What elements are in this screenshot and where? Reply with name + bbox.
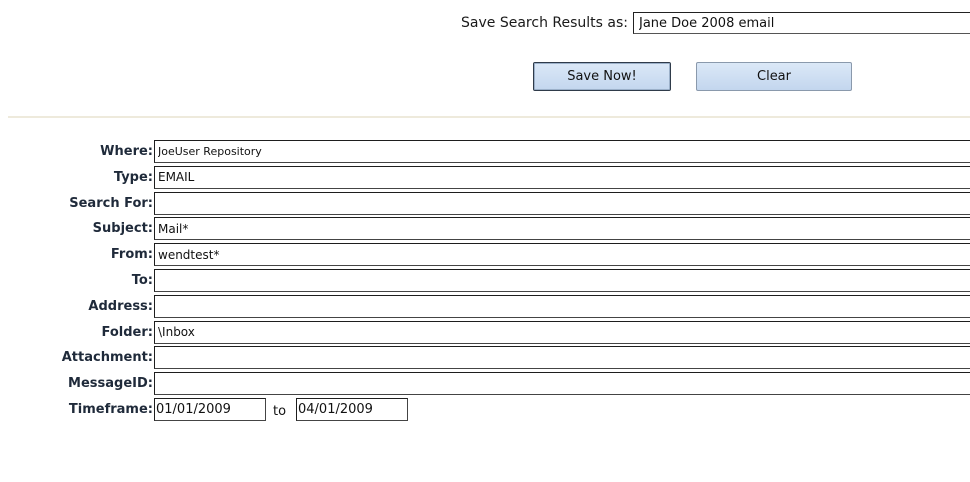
where-field[interactable] (154, 140, 970, 163)
from-field[interactable] (154, 243, 970, 267)
criteria-row-where: Where: (0, 139, 970, 165)
type-label: Type: (113, 169, 153, 185)
criteria-row-type: Type: (0, 165, 970, 191)
search-for-field[interactable] (154, 191, 970, 215)
criteria-row-message-id: MessageID: (0, 371, 970, 397)
criteria-row-attachment: Attachment: (0, 345, 970, 371)
save-now-button[interactable]: Save Now! (533, 62, 671, 91)
criteria-row-from: From: (0, 242, 970, 268)
criteria-row-subject: Subject: (0, 216, 970, 242)
from-label: From: (110, 247, 153, 263)
address-field[interactable] (154, 294, 970, 318)
to-label: To: (131, 272, 153, 288)
criteria-row-search-for: Search For: (0, 191, 970, 217)
search-criteria-table: Where: Type: Search For: Subject: From: … (0, 139, 970, 423)
subject-label: Subject: (92, 221, 153, 237)
timeframe-end-date-field[interactable] (296, 397, 408, 421)
address-label: Address: (88, 298, 153, 314)
subject-field[interactable] (154, 217, 970, 241)
where-label: Where: (100, 144, 153, 159)
folder-field[interactable] (154, 320, 970, 344)
type-field[interactable] (154, 165, 970, 189)
section-divider (8, 116, 970, 118)
save-search-name-input[interactable] (633, 12, 970, 34)
search-for-label: Search For: (69, 195, 153, 211)
message-id-field[interactable] (154, 372, 970, 396)
clear-button[interactable]: Clear (696, 62, 852, 91)
timeframe-to-label: to (273, 403, 287, 419)
folder-label: Folder: (101, 324, 153, 340)
to-field[interactable] (154, 268, 970, 292)
save-search-label: Save Search Results as: (461, 15, 628, 31)
criteria-row-folder: Folder: (0, 320, 970, 346)
timeframe-start-date-field[interactable] (154, 397, 266, 421)
save-search-row: Save Search Results as: (0, 12, 970, 36)
criteria-row-timeframe: Timeframe: to (0, 397, 970, 423)
saved-search-page: Save Search Results as: Save Now! Clear … (0, 0, 970, 482)
criteria-row-to: To: (0, 268, 970, 294)
attachment-label: Attachment: (61, 350, 153, 366)
criteria-row-address: Address: (0, 294, 970, 320)
attachment-field[interactable] (154, 346, 970, 370)
message-id-label: MessageID: (68, 376, 153, 392)
timeframe-label: Timeframe: (68, 401, 153, 417)
